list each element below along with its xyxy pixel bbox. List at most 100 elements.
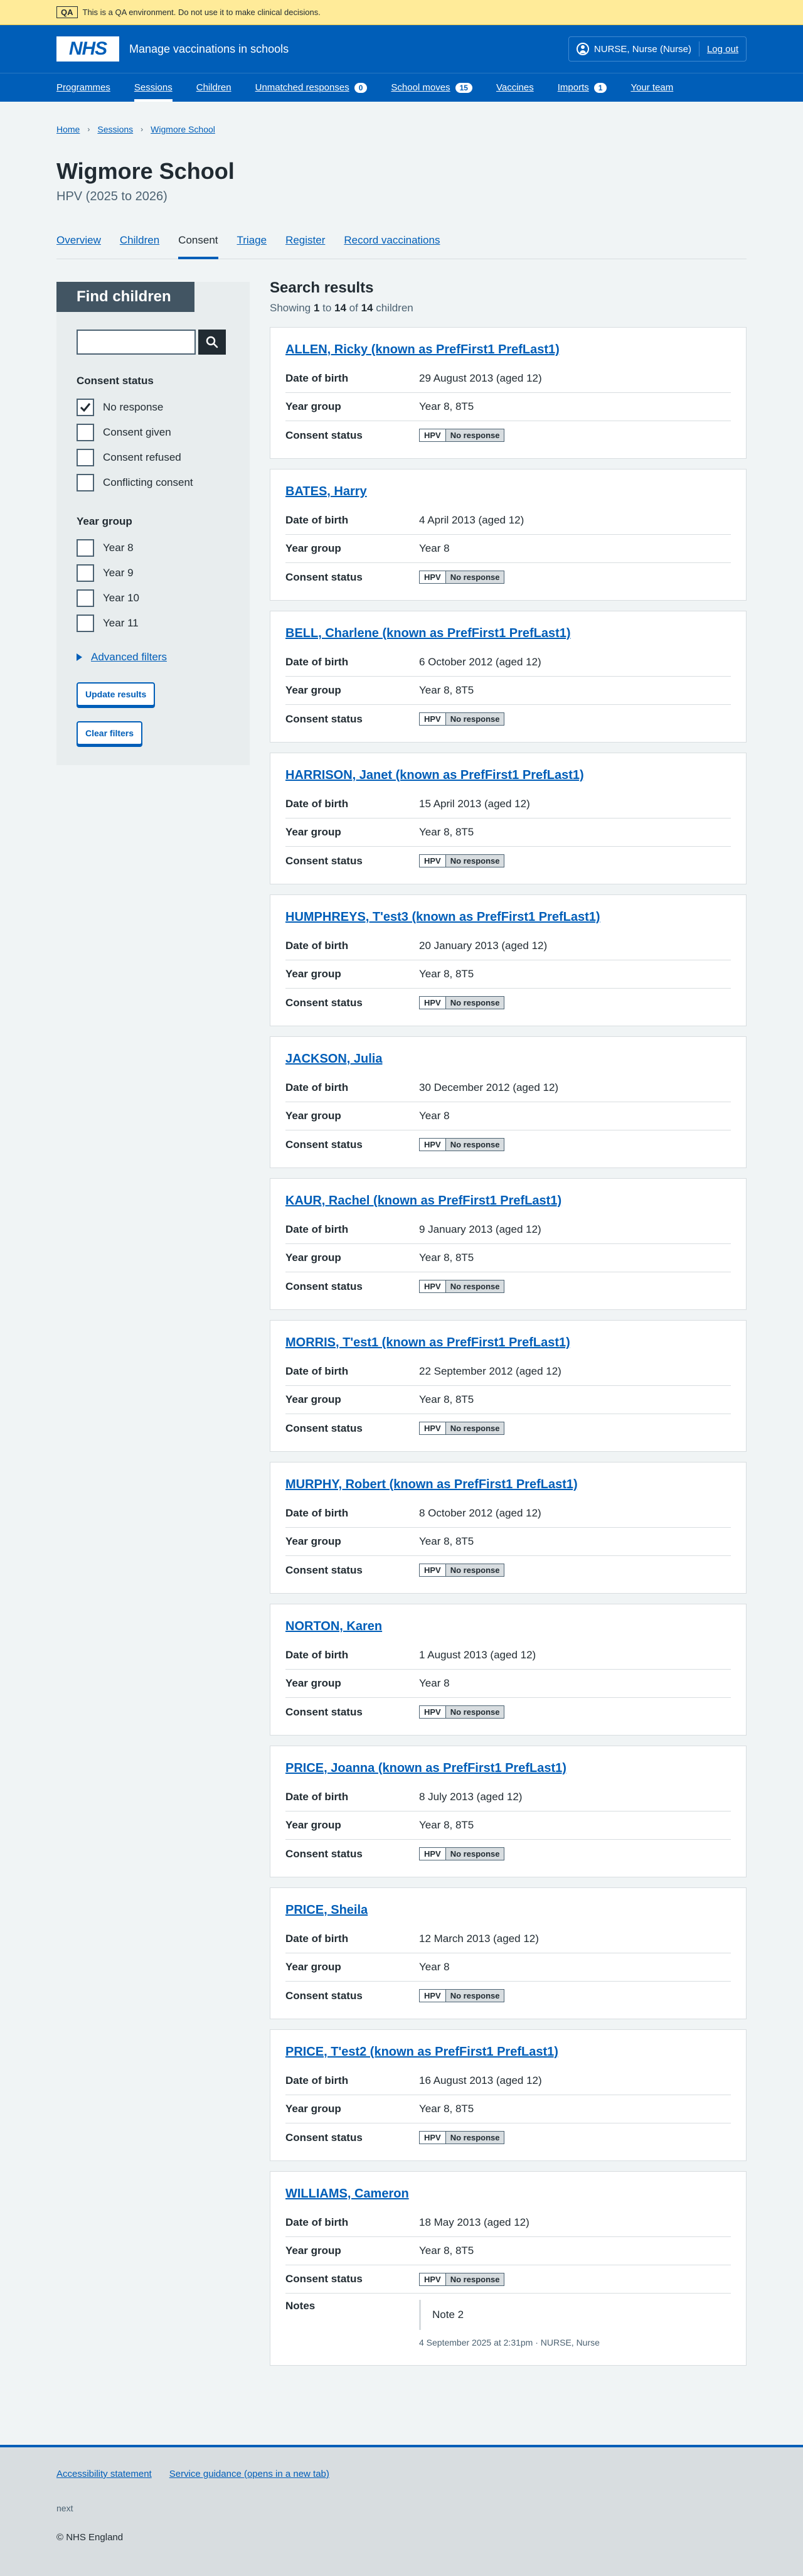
child-name-link[interactable]: BELL, Charlene (known as PrefFirst1 Pref… bbox=[285, 626, 731, 641]
consent-option-no-response[interactable]: No response bbox=[77, 395, 230, 420]
consent-status-label: Consent status bbox=[285, 571, 363, 583]
year-group-value: Year 8, 8T5 bbox=[419, 400, 474, 412]
child-name-link[interactable]: PRICE, Joanna (known as PrefFirst1 PrefL… bbox=[285, 1761, 731, 1776]
programme-tag: HPV bbox=[420, 1139, 446, 1151]
consent-status-row: Consent status HPV No response bbox=[285, 1272, 731, 1301]
child-card: WILLIAMS, Cameron Date of birth 18 May 201… bbox=[270, 2171, 747, 2366]
tab-register[interactable]: Register bbox=[285, 234, 325, 259]
tab-consent[interactable]: Consent bbox=[178, 234, 218, 259]
programme-tag: HPV bbox=[420, 1990, 446, 2002]
child-name-link[interactable]: MORRIS, T'est1 (known as PrefFirst1 Pref… bbox=[285, 1336, 731, 1350]
checkbox[interactable] bbox=[77, 424, 94, 441]
year-group-row: Year group Year 8 bbox=[285, 1670, 731, 1698]
child-name-link[interactable]: HARRISON, Janet (known as PrefFirst1 Pre… bbox=[285, 768, 731, 783]
nav-item-sessions[interactable]: Sessions bbox=[134, 73, 173, 102]
child-name-link[interactable]: ALLEN, Ricky (known as PrefFirst1 PrefLa… bbox=[285, 343, 731, 357]
consent-status-row: Consent status HPV No response bbox=[285, 421, 731, 449]
checkbox[interactable] bbox=[77, 539, 94, 557]
nav-item-school-moves[interactable]: School moves 15 bbox=[391, 73, 472, 102]
results-to: 14 bbox=[334, 302, 346, 314]
consent-status-value: HPV No response bbox=[419, 1280, 731, 1293]
nav-item-programmes[interactable]: Programmes bbox=[56, 73, 110, 102]
child-name-link[interactable]: JACKSON, Julia bbox=[285, 1052, 731, 1066]
footer-link[interactable]: Accessibility statement bbox=[56, 2469, 152, 2479]
checkbox[interactable] bbox=[77, 449, 94, 466]
year-option-year-9[interactable]: Year 9 bbox=[77, 561, 230, 586]
consent-option-conflicting-consent[interactable]: Conflicting consent bbox=[77, 470, 230, 495]
footer-link[interactable]: Service guidance (opens in a new tab) bbox=[169, 2469, 329, 2479]
clear-filters-button[interactable]: Clear filters bbox=[77, 721, 143, 745]
logout-link[interactable]: Log out bbox=[707, 44, 738, 55]
year-option-year-10[interactable]: Year 10 bbox=[77, 586, 230, 611]
date-of-birth-label: Date of birth bbox=[285, 656, 349, 668]
consent-option-consent-given[interactable]: Consent given bbox=[77, 420, 230, 445]
account-panel: NURSE, Nurse (Nurse) Log out bbox=[568, 36, 747, 62]
child-name-link[interactable]: KAUR, Rachel (known as PrefFirst1 PrefLa… bbox=[285, 1194, 731, 1208]
breadcrumb-link[interactable]: Home bbox=[56, 124, 80, 134]
checkbox[interactable] bbox=[77, 474, 94, 491]
date-of-birth-label: Date of birth bbox=[285, 372, 349, 384]
consent-option-consent-refused[interactable]: Consent refused bbox=[77, 445, 230, 470]
status-tag: No response bbox=[445, 855, 504, 867]
year-group-value: Year 8, 8T5 bbox=[419, 2103, 474, 2115]
results-to-word: to bbox=[319, 302, 335, 314]
child-name-link[interactable]: PRICE, T'est2 (known as PrefFirst1 PrefL… bbox=[285, 2045, 731, 2059]
year-group-row: Year group Year 8, 8T5 bbox=[285, 393, 731, 421]
year-group-row: Year group Year 8 bbox=[285, 1102, 731, 1130]
results-count-prefix: Showing bbox=[270, 302, 314, 314]
nav-item-imports[interactable]: Imports 1 bbox=[558, 73, 607, 102]
search-input[interactable] bbox=[77, 330, 196, 355]
date-of-birth-label: Date of birth bbox=[285, 514, 349, 526]
checkbox[interactable] bbox=[77, 564, 94, 582]
advanced-filters-toggle[interactable]: Advanced filters bbox=[77, 651, 230, 663]
consent-status-label: Consent status bbox=[285, 712, 363, 725]
update-results-button[interactable]: Update results bbox=[77, 682, 156, 706]
child-name-link[interactable]: PRICE, Sheila bbox=[285, 1903, 731, 1918]
consent-status-label: Consent status bbox=[285, 1422, 363, 1434]
nav-item-label: Children bbox=[196, 82, 231, 93]
search-button[interactable] bbox=[198, 330, 226, 355]
nav-item-your-team[interactable]: Your team bbox=[630, 73, 673, 102]
date-of-birth-row: Date of birth 29 August 2013 (aged 12) bbox=[285, 365, 731, 393]
checkbox[interactable] bbox=[77, 399, 94, 416]
nav-item-children[interactable]: Children bbox=[196, 73, 231, 102]
nav-item-vaccines[interactable]: Vaccines bbox=[496, 73, 534, 102]
status-badge: HPV No response bbox=[419, 1705, 505, 1719]
advanced-filters-link[interactable]: Advanced filters bbox=[91, 651, 167, 663]
year-option-year-8[interactable]: Year 8 bbox=[77, 535, 230, 561]
consent-status-label: Consent status bbox=[285, 1847, 363, 1860]
status-tag: No response bbox=[445, 1139, 504, 1151]
consent-status-label: Consent status bbox=[285, 996, 363, 1009]
child-card: PRICE, T'est2 (known as PrefFirst1 PrefL… bbox=[270, 2029, 747, 2161]
consent-status-value: HPV No response bbox=[419, 1847, 731, 1860]
child-name-link[interactable]: WILLIAMS, Cameron bbox=[285, 2187, 731, 2201]
nhs-logo[interactable]: NHS bbox=[56, 36, 119, 62]
tab-record-vaccinations[interactable]: Record vaccinations bbox=[344, 234, 440, 259]
date-of-birth-value: 29 August 2013 (aged 12) bbox=[419, 372, 542, 384]
tab-triage[interactable]: Triage bbox=[237, 234, 267, 259]
expand-triangle-icon bbox=[77, 653, 82, 661]
breadcrumb-link[interactable]: Sessions bbox=[97, 124, 133, 134]
checkbox[interactable] bbox=[77, 614, 94, 632]
status-tag: No response bbox=[445, 2273, 504, 2285]
year-group-row: Year group Year 8, 8T5 bbox=[285, 818, 731, 847]
tab-overview[interactable]: Overview bbox=[56, 234, 101, 259]
service-name[interactable]: Manage vaccinations in schools bbox=[129, 43, 289, 56]
notes-label: Notes bbox=[285, 2300, 316, 2312]
nav-item-label: Vaccines bbox=[496, 82, 534, 93]
notes-value: Note 2 4 September 2025 at 2:31pm · NURSE… bbox=[419, 2300, 731, 2356]
nav-item-unmatched-responses[interactable]: Unmatched responses 0 bbox=[255, 73, 368, 102]
child-name-link[interactable]: HUMPHREYS, T'est3 (known as PrefFirst1 P… bbox=[285, 910, 731, 925]
year-option-year-11[interactable]: Year 11 bbox=[77, 611, 230, 636]
date-of-birth-value: 4 April 2013 (aged 12) bbox=[419, 514, 524, 526]
child-name-link[interactable]: NORTON, Karen bbox=[285, 1619, 731, 1634]
tab-children[interactable]: Children bbox=[120, 234, 159, 259]
date-of-birth-label: Date of birth bbox=[285, 1507, 349, 1519]
breadcrumb-link[interactable]: Wigmore School bbox=[151, 124, 215, 134]
date-of-birth-row: Date of birth 8 July 2013 (aged 12) bbox=[285, 1783, 731, 1811]
checkbox[interactable] bbox=[77, 589, 94, 607]
status-tag: No response bbox=[445, 1280, 504, 1292]
child-name-link[interactable]: MURPHY, Robert (known as PrefFirst1 Pref… bbox=[285, 1478, 731, 1492]
child-name-link[interactable]: BATES, Harry bbox=[285, 485, 731, 499]
results-heading: Search results bbox=[270, 279, 374, 296]
